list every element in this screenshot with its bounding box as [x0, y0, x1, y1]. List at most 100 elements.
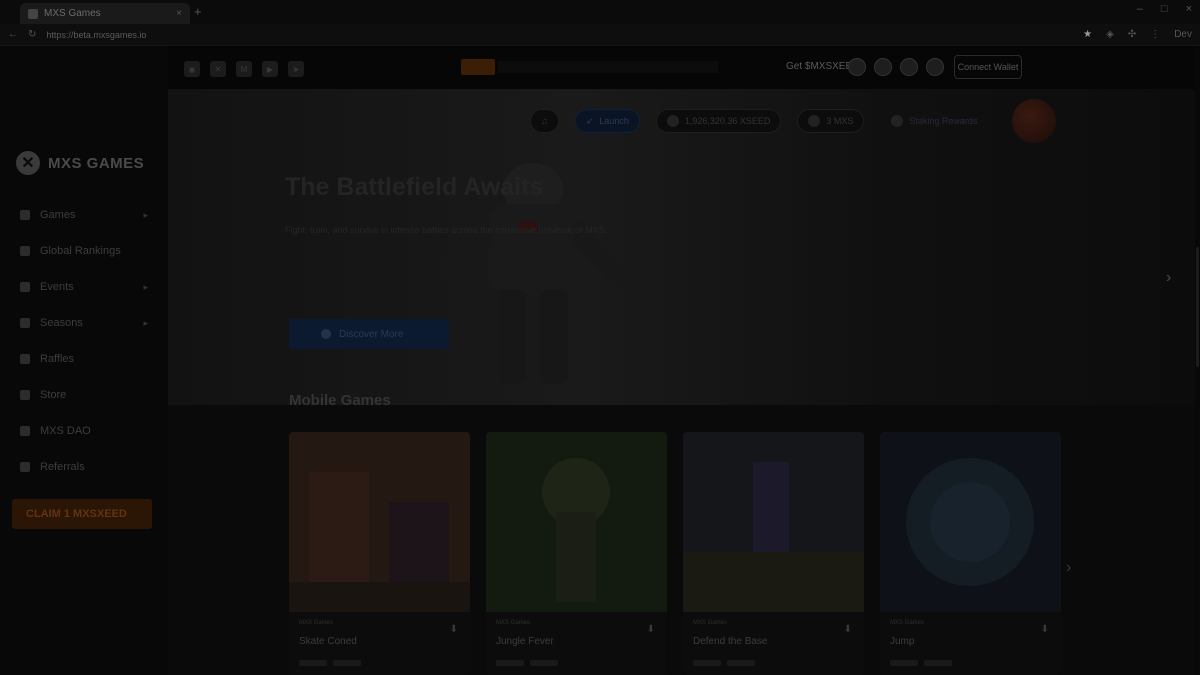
- sidebar-item-games[interactable]: Games ▸: [0, 197, 168, 233]
- notifications-button[interactable]: ♫: [530, 109, 559, 133]
- game-tags: [496, 660, 558, 666]
- staking-label: Staking Rewards: [909, 116, 978, 126]
- platform-tag: [924, 660, 952, 666]
- sidebar-item-store[interactable]: Store: [0, 377, 168, 413]
- hero-title: The Battlefield Awaits: [285, 173, 544, 201]
- sidebar-item-referrals[interactable]: Referrals: [0, 449, 168, 485]
- reload-icon[interactable]: ↻: [28, 29, 36, 40]
- chain-icon[interactable]: [900, 58, 918, 76]
- platform-tag: [333, 660, 361, 666]
- sidebar-item-global-rankings[interactable]: Global Rankings: [0, 233, 168, 269]
- chevron-right-icon: ▸: [143, 317, 148, 328]
- platform-tag: [530, 660, 558, 666]
- main-content: ◉ ✕ M ▶ ➤ Get $MXSXEED Connect Wallet Th…: [168, 47, 1200, 675]
- game-category: MXS Games: [299, 620, 334, 626]
- cart-icon: [20, 390, 30, 400]
- sidebar-item-label: MXS DAO: [40, 425, 91, 437]
- sidebar-item-seasons[interactable]: Seasons ▸: [0, 305, 168, 341]
- window-controls: – □ ×: [1137, 3, 1192, 15]
- extension-icon[interactable]: ◈: [1106, 29, 1114, 40]
- game-category: MXS Games: [890, 620, 925, 626]
- download-icon[interactable]: ⬇: [1041, 624, 1049, 635]
- trophy-icon: [20, 246, 30, 256]
- game-thumbnail: [486, 432, 667, 612]
- launch-button[interactable]: ➶ Launch: [574, 109, 640, 133]
- close-tab-icon[interactable]: ×: [176, 8, 182, 19]
- launch-label: Launch: [599, 116, 629, 126]
- browser-tab[interactable]: MXS Games ×: [20, 3, 190, 24]
- mxs-balance[interactable]: 3 MXS: [797, 109, 865, 133]
- telegram-icon[interactable]: ➤: [288, 61, 304, 77]
- discover-more-button[interactable]: Discover More: [289, 319, 449, 349]
- game-card[interactable]: MXS Games Defend the Base ⬇: [683, 432, 864, 675]
- connect-wallet-button[interactable]: Connect Wallet: [954, 55, 1022, 79]
- browser-toolbar: ← ↻ https://beta.mxsgames.io ★ ◈ ✣ ⋮ Dev: [0, 24, 1200, 46]
- promo-badge[interactable]: [461, 59, 495, 75]
- maximize-icon[interactable]: □: [1161, 3, 1168, 15]
- sidebar-item-mxs-dao[interactable]: MXS DAO: [0, 413, 168, 449]
- staking-icon: [891, 115, 904, 127]
- discover-more-label: Discover More: [339, 328, 404, 340]
- menu-icon[interactable]: ⋮: [1150, 29, 1160, 40]
- game-title: Jump: [890, 636, 915, 647]
- page-scrollbar[interactable]: [1195, 47, 1200, 675]
- play-icon: [321, 329, 331, 339]
- section-title: Mobile Games: [289, 392, 391, 409]
- claim-button[interactable]: CLAIM 1 MXSXEED: [12, 499, 152, 529]
- new-tab-icon[interactable]: +: [194, 4, 202, 19]
- user-avatar[interactable]: [1012, 99, 1056, 143]
- close-window-icon[interactable]: ×: [1186, 3, 1192, 15]
- discord-icon[interactable]: ◉: [184, 61, 200, 77]
- browser-tab-bar: MXS Games × + – □ ×: [0, 0, 1200, 24]
- game-card[interactable]: MXS Games Jungle Fever ⬇: [486, 432, 667, 675]
- address-bar[interactable]: https://beta.mxsgames.io: [46, 30, 146, 40]
- game-card[interactable]: MXS Games Skate Coned ⬇: [289, 432, 470, 675]
- hero-next-arrow-icon[interactable]: ›: [1166, 269, 1171, 287]
- mxs-token-icon: [808, 115, 821, 127]
- medium-icon[interactable]: M: [236, 61, 252, 77]
- sidebar-item-label: Events: [40, 281, 74, 293]
- back-icon[interactable]: ←: [8, 29, 18, 40]
- game-title: Skate Coned: [299, 636, 357, 647]
- sidebar-item-events[interactable]: Events ▸: [0, 269, 168, 305]
- platform-tag: [890, 660, 918, 666]
- download-icon[interactable]: ⬇: [647, 624, 655, 635]
- youtube-icon[interactable]: ▶: [262, 61, 278, 77]
- game-cards: MXS Games Skate Coned ⬇ MXS Games Jungle…: [289, 432, 1061, 675]
- sidebar-item-label: Games: [40, 209, 76, 221]
- top-strip: ◉ ✕ M ▶ ➤ Get $MXSXEED Connect Wallet: [168, 47, 1200, 89]
- platform-tag: [727, 660, 755, 666]
- claim-button-label: CLAIM 1 MXSXEED: [26, 508, 127, 520]
- chain-icon[interactable]: [926, 58, 944, 76]
- sidebar-item-label: Raffles: [40, 353, 75, 365]
- game-card[interactable]: MXS Games Jump ⬇: [880, 432, 1061, 675]
- profile-label[interactable]: Dev: [1174, 29, 1192, 40]
- rocket-icon: ➶: [585, 115, 594, 126]
- sidebar-item-raffles[interactable]: Raffles: [0, 341, 168, 377]
- game-tags: [299, 660, 361, 666]
- header-pills: ♫ ➶ Launch 1,926,320.36 XSEED 3 MXS Staki…: [530, 109, 988, 133]
- xseed-balance[interactable]: 1,926,320.36 XSEED: [655, 109, 782, 133]
- minimize-icon[interactable]: –: [1137, 3, 1143, 15]
- x-icon[interactable]: ✕: [210, 61, 226, 77]
- chain-icon[interactable]: [874, 58, 892, 76]
- game-title: Jungle Fever: [496, 636, 554, 647]
- sidebar-item-label: Global Rankings: [40, 245, 121, 257]
- download-icon[interactable]: ⬇: [450, 624, 458, 635]
- xseed-token-icon: [666, 115, 679, 127]
- platform-tag: [693, 660, 721, 666]
- game-title: Defend the Base: [693, 636, 768, 647]
- leaf-icon: [20, 318, 30, 328]
- chain-icon[interactable]: [848, 58, 866, 76]
- chain-selector: [848, 58, 944, 76]
- puzzle-icon[interactable]: ✣: [1128, 29, 1136, 40]
- staking-rewards-link[interactable]: Staking Rewards: [880, 109, 988, 133]
- brand-logo[interactable]: ✕ MXS GAMES: [16, 151, 144, 175]
- cards-next-arrow-icon[interactable]: ›: [1066, 559, 1071, 577]
- sidebar-item-label: Seasons: [40, 317, 83, 329]
- download-icon[interactable]: ⬇: [844, 624, 852, 635]
- game-tags: [693, 660, 755, 666]
- xseed-balance-label: 1,926,320.36 XSEED: [684, 116, 771, 126]
- bookmark-star-icon[interactable]: ★: [1083, 29, 1092, 40]
- sidebar-item-label: Referrals: [40, 461, 85, 473]
